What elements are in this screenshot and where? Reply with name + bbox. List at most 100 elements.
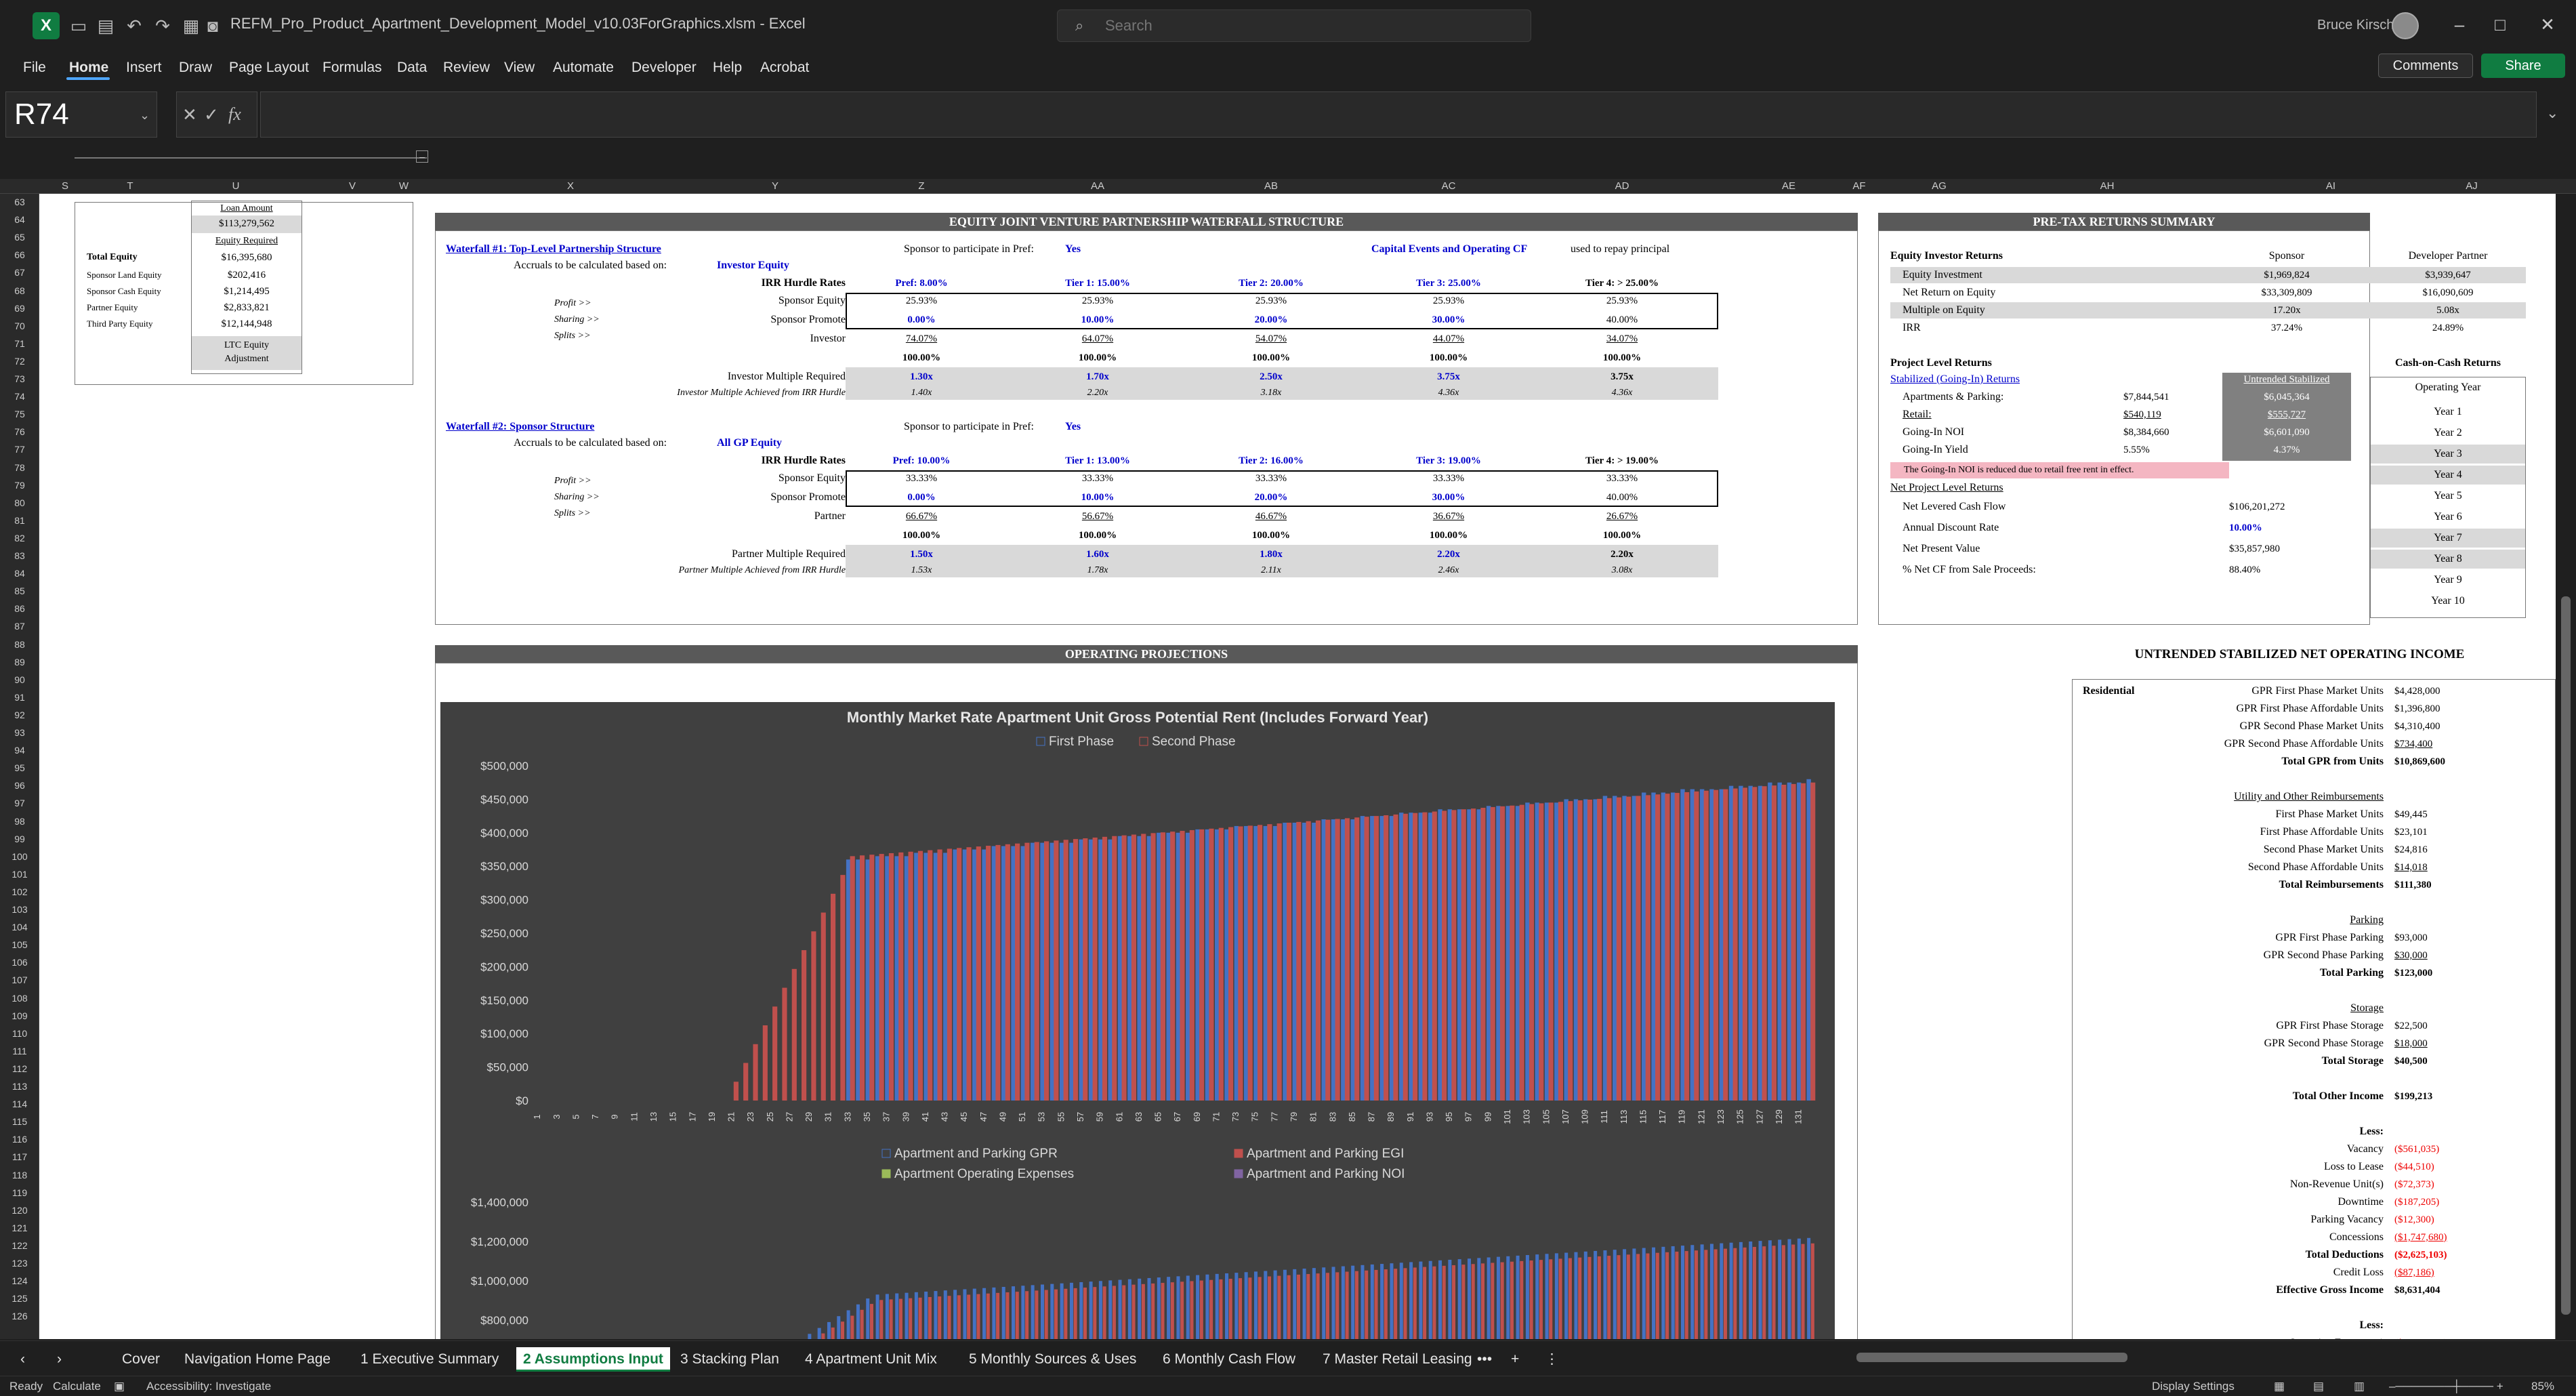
row-header[interactable]: 111	[0, 1046, 39, 1056]
row-header[interactable]: 102	[0, 886, 39, 897]
noi-chart[interactable]: Apartment and Parking GPR Apartment and P…	[440, 1144, 1835, 1339]
accruals-value[interactable]: Investor Equity	[717, 259, 789, 272]
column-header[interactable]: AI	[2310, 180, 2351, 192]
column-header[interactable]: X	[550, 180, 591, 192]
row-header[interactable]: 64	[0, 214, 39, 225]
tab-file[interactable]: File	[23, 56, 46, 80]
multiple-cell[interactable]: 1.80x	[1210, 548, 1332, 561]
column-header[interactable]: AB	[1251, 180, 1291, 192]
multiple-cell[interactable]: 1.50x	[860, 548, 982, 561]
row-header[interactable]: 97	[0, 798, 39, 808]
split-cell[interactable]: 20.00%	[1210, 313, 1332, 327]
row-header[interactable]: 114	[0, 1099, 39, 1109]
split-cell[interactable]: 40.00%	[1561, 491, 1683, 504]
column-header[interactable]: AA	[1077, 180, 1118, 192]
row-header[interactable]: 96	[0, 780, 39, 791]
split-cell[interactable]: 20.00%	[1210, 491, 1332, 504]
row-header[interactable]: 112	[0, 1063, 39, 1074]
formula-input[interactable]	[260, 91, 2537, 138]
row-header[interactable]: 91	[0, 692, 39, 703]
column-header[interactable]: W	[383, 180, 424, 192]
row-header[interactable]: 120	[0, 1205, 39, 1216]
column-header[interactable]: AF	[1839, 180, 1879, 192]
function-icon[interactable]: fx	[228, 104, 241, 125]
gpr-chart[interactable]: Monthly Market Rate Apartment Unit Gross…	[440, 702, 1835, 1149]
row-header[interactable]: 90	[0, 674, 39, 685]
zoom-level[interactable]: 85%	[2531, 1380, 2554, 1393]
split-cell[interactable]: 10.00%	[1037, 491, 1159, 504]
name-box[interactable]: R74	[5, 91, 157, 138]
row-header[interactable]: 104	[0, 922, 39, 932]
row-header[interactable]: 85	[0, 586, 39, 596]
split-cell[interactable]: 10.00%	[1037, 313, 1159, 327]
share-button[interactable]: Share	[2481, 54, 2565, 78]
column-header[interactable]: U	[215, 180, 256, 192]
multiple-cell[interactable]: 1.30x	[860, 370, 982, 384]
row-header[interactable]: 70	[0, 321, 39, 331]
row-header[interactable]: 78	[0, 462, 39, 473]
row-header[interactable]: 89	[0, 657, 39, 668]
save-icon[interactable]: ▤	[94, 14, 118, 38]
column-headers[interactable]: S T U V W X Y Z AA AB AC AD AE AF AG AH AI AJ	[0, 179, 2576, 194]
vertical-scroll-thumb[interactable]	[2561, 596, 2571, 1315]
tab-automate[interactable]: Automate	[553, 56, 614, 80]
column-header[interactable]: AD	[1602, 180, 1642, 192]
minimize-icon[interactable]: –	[2439, 9, 2480, 39]
tier-header[interactable]: Tier 3: 25.00%	[1388, 276, 1510, 290]
next-sheet-icon[interactable]: ›	[57, 1347, 62, 1372]
column-header[interactable]: AG	[1919, 180, 1959, 192]
row-header[interactable]: 73	[0, 373, 39, 384]
row-header[interactable]: 88	[0, 639, 39, 650]
row-header[interactable]: 101	[0, 869, 39, 880]
row-header[interactable]: 113	[0, 1081, 39, 1092]
row-header[interactable]: 82	[0, 533, 39, 543]
horizontal-scrollbar[interactable]	[1856, 1353, 2127, 1362]
row-header[interactable]: 110	[0, 1028, 39, 1039]
row-header[interactable]: 115	[0, 1116, 39, 1127]
row-header[interactable]: 77	[0, 444, 39, 455]
waterfall-link[interactable]: Waterfall #2: Sponsor Structure	[446, 420, 594, 434]
zoom-slider[interactable]: –───────┼──── +	[2389, 1380, 2504, 1393]
row-header[interactable]: 74	[0, 391, 39, 402]
split-cell[interactable]: 0.00%	[860, 491, 982, 504]
tab-acrobat[interactable]: Acrobat	[760, 56, 809, 80]
tab-insert[interactable]: Insert	[126, 56, 162, 80]
row-header[interactable]: 117	[0, 1151, 39, 1162]
stabilized-link[interactable]: Stabilized (Going-In) Returns	[1890, 373, 2020, 386]
row-header[interactable]: 69	[0, 303, 39, 314]
user-name[interactable]: Bruce Kirsch	[2317, 18, 2394, 33]
split-cell[interactable]: 30.00%	[1388, 491, 1510, 504]
waterfall-link[interactable]: Waterfall #1: Top-Level Partnership Stru…	[446, 243, 661, 256]
row-header[interactable]: 84	[0, 568, 39, 579]
enter-icon[interactable]: ✓	[204, 104, 219, 125]
column-header[interactable]: V	[332, 180, 373, 192]
row-header[interactable]: 119	[0, 1187, 39, 1198]
comments-button[interactable]: Comments	[2378, 54, 2473, 78]
row-header[interactable]: 67	[0, 267, 39, 278]
row-header[interactable]: 65	[0, 232, 39, 243]
multiple-cell[interactable]: 2.50x	[1210, 370, 1332, 384]
row-header[interactable]: 125	[0, 1293, 39, 1304]
tier-header[interactable]: Tier 3: 19.00%	[1388, 454, 1510, 468]
tab-home[interactable]: Home	[69, 56, 108, 80]
row-header[interactable]: 63	[0, 197, 39, 207]
sheet-tab[interactable]: 1 Executive Summary	[360, 1347, 499, 1372]
row-header[interactable]: 72	[0, 356, 39, 367]
tab-review[interactable]: Review	[443, 56, 490, 80]
row-header[interactable]: 107	[0, 974, 39, 985]
row-header[interactable]: 109	[0, 1010, 39, 1021]
row-header[interactable]: 108	[0, 993, 39, 1004]
tier-header[interactable]: Tier 1: 13.00%	[1037, 454, 1159, 468]
column-header[interactable]: AH	[2087, 180, 2127, 192]
row-header[interactable]: 98	[0, 816, 39, 827]
row-header[interactable]: 123	[0, 1258, 39, 1269]
column-header[interactable]: T	[110, 180, 150, 192]
page-layout-icon[interactable]: ▤	[2313, 1380, 2324, 1393]
tab-view[interactable]: View	[504, 56, 535, 80]
tier-header[interactable]: Tier 2: 20.00%	[1210, 276, 1332, 290]
row-header[interactable]: 75	[0, 409, 39, 419]
row-header[interactable]: 80	[0, 497, 39, 508]
close-icon[interactable]: ✕	[2527, 9, 2568, 39]
sheet-tab[interactable]: 3 Stacking Plan	[680, 1347, 779, 1372]
row-header[interactable]: 118	[0, 1170, 39, 1181]
